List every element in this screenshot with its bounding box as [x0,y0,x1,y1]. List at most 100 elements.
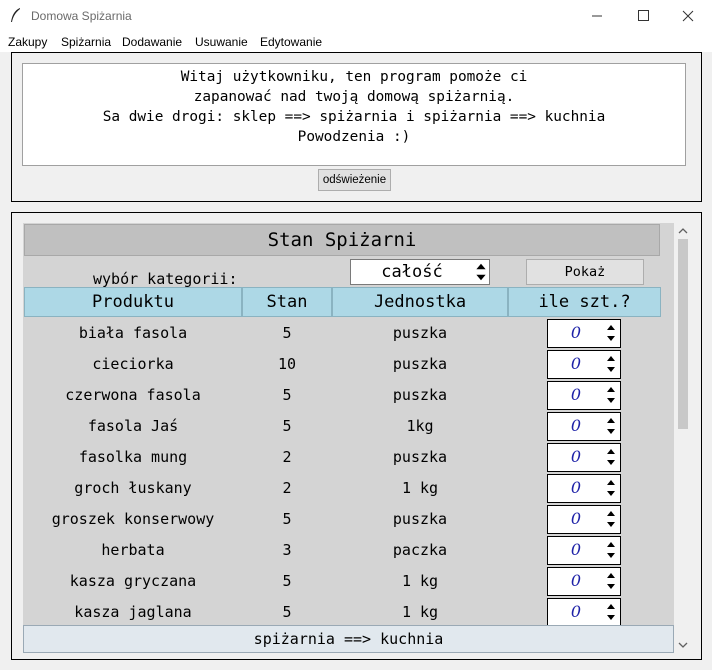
menu-spizarnia[interactable]: Spiżarnia [61,35,111,49]
spin-arrows-icon[interactable] [603,569,619,594]
spin-arrows-icon[interactable] [473,260,489,284]
column-header-stock: Stan [242,287,332,317]
product-name: kasza gryczana [69,572,197,590]
maximize-icon [638,10,649,21]
quantity-spinbox[interactable]: 0 [547,443,621,472]
spin-arrows-icon[interactable] [603,538,619,563]
table-row: herbata 3 paczka 0 [23,535,674,566]
unit-value: paczka [392,541,448,559]
quantity-spinbox[interactable]: 0 [547,598,621,627]
category-value: całość [381,262,443,282]
stock-value: 3 [282,541,292,559]
quantity-spinbox[interactable]: 0 [547,381,621,410]
product-name: herbata [101,541,165,559]
table-row: fasolka mung 2 puszka 0 [23,442,674,473]
menu-bar: Zakupy Spiżarnia Dodawanie Usuwanie Edyt… [0,32,712,52]
category-spinbox[interactable]: całość [350,259,490,285]
table-row: biała fasola 5 puszka 0 [23,318,674,349]
stock-value: 2 [282,448,292,466]
quantity-value: 0 [570,354,582,373]
spin-arrows-icon[interactable] [603,414,619,439]
spin-arrows-icon[interactable] [603,321,619,346]
vertical-scrollbar[interactable] [674,223,692,653]
close-button[interactable] [666,0,712,32]
minimize-icon [592,15,602,17]
quantity-spinbox[interactable]: 0 [547,319,621,348]
spin-arrows-icon[interactable] [603,600,619,625]
stock-value: 5 [282,386,292,404]
title-bar: Domowa Spiżarnia [0,0,712,32]
table-row: kasza gryczana 5 1 kg 0 [23,566,674,597]
close-icon [682,10,694,22]
menu-dodawanie[interactable]: Dodawanie [122,35,182,49]
spin-arrows-icon[interactable] [603,352,619,377]
stock-value: 5 [282,417,292,435]
pantry-title: Stan Spiżarni [24,224,660,256]
table-row: fasola Jaś 5 1kg 0 [23,411,674,442]
menu-zakupy[interactable]: Zakupy [8,35,47,49]
scrollbar-thumb[interactable] [678,239,688,429]
welcome-line: Sa dwie drogi: sklep ==> spiżarnia i spi… [102,109,606,125]
quantity-spinbox[interactable]: 0 [547,412,621,441]
product-name: kasza jaglana [74,603,192,621]
quantity-value: 0 [570,447,582,466]
pantry-frame: Stan Spiżarni wybór kategorii: całość Po… [11,212,702,660]
column-header-qty: ile szt.? [508,287,661,317]
category-label: wybór kategorii: [93,270,238,288]
pantry-to-kitchen-button[interactable]: spiżarnia ==> kuchnia [23,625,674,653]
stock-value: 5 [282,324,292,342]
refresh-button[interactable]: odświeżenie [318,169,391,191]
quantity-value: 0 [570,509,582,528]
quantity-value: 0 [570,323,582,342]
stock-value: 5 [282,510,292,528]
product-name: groszek konserwowy [51,510,215,528]
table-row: kasza jaglana 5 1 kg 0 [23,597,674,628]
quantity-value: 0 [570,571,582,590]
product-name: fasola Jaś [87,417,179,435]
quantity-value: 0 [570,416,582,435]
window-title: Domowa Spiżarnia [31,9,132,23]
table-row: groch łuskany 2 1 kg 0 [23,473,674,504]
product-name: cieciorka [92,355,174,373]
product-name: biała fasola [78,324,188,342]
column-header-unit: Jednostka [332,287,508,317]
spin-arrows-icon[interactable] [603,476,619,501]
unit-value: puszka [392,386,448,404]
unit-value: 1 kg [401,603,439,621]
unit-value: puszka [392,355,448,373]
welcome-frame: Witaj użytkowniku, ten program pomoże ci… [11,52,702,202]
quantity-value: 0 [570,540,582,559]
stock-value: 10 [277,355,297,373]
table-row: cieciorka 10 puszka 0 [23,349,674,380]
scroll-down-icon[interactable] [677,639,689,651]
quantity-spinbox[interactable]: 0 [547,567,621,596]
minimize-button[interactable] [574,0,620,32]
welcome-text-box[interactable]: Witaj użytkowniku, ten program pomoże ci… [22,63,686,166]
spin-arrows-icon[interactable] [603,507,619,532]
welcome-line: Witaj użytkowniku, ten program pomoże ci [180,69,528,85]
stock-value: 2 [282,479,292,497]
feather-icon [11,8,20,22]
quantity-spinbox[interactable]: 0 [547,505,621,534]
quantity-spinbox[interactable]: 0 [547,474,621,503]
quantity-spinbox[interactable]: 0 [547,350,621,379]
unit-value: puszka [392,448,448,466]
menu-usuwanie[interactable]: Usuwanie [195,35,248,49]
scroll-up-icon[interactable] [677,225,689,237]
quantity-value: 0 [570,478,582,497]
product-name: groch łuskany [74,479,192,497]
quantity-value: 0 [570,602,582,621]
product-name: czerwona fasola [65,386,201,404]
table-row: czerwona fasola 5 puszka 0 [23,380,674,411]
quantity-spinbox[interactable]: 0 [547,536,621,565]
spin-arrows-icon[interactable] [603,383,619,408]
show-button[interactable]: Pokaż [526,259,644,285]
unit-value: puszka [392,324,448,342]
product-name: fasolka mung [78,448,188,466]
stock-value: 5 [282,603,292,621]
column-header-product: Produktu [24,287,242,317]
unit-value: 1 kg [401,572,439,590]
menu-edytowanie[interactable]: Edytowanie [260,35,322,49]
maximize-button[interactable] [620,0,666,32]
spin-arrows-icon[interactable] [603,445,619,470]
